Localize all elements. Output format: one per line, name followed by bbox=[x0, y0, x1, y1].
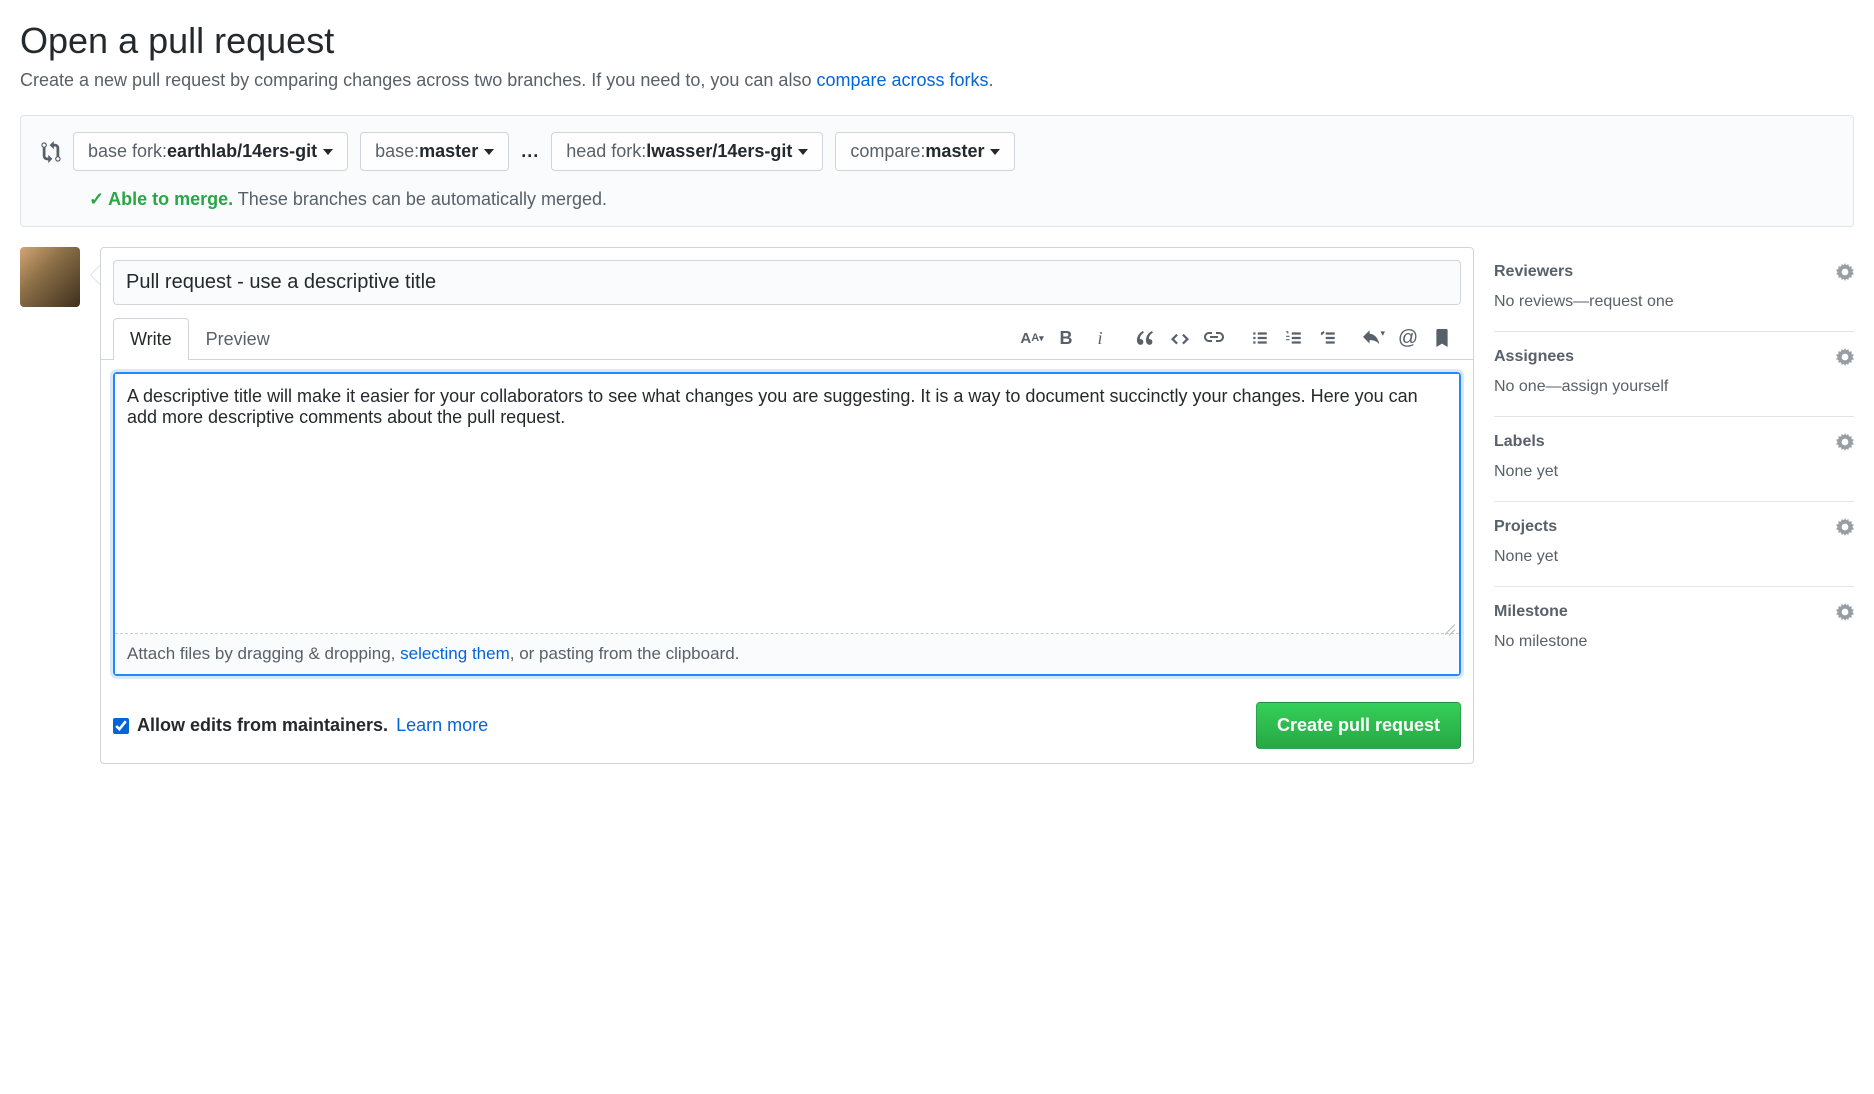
allow-edits-checkbox-wrap[interactable]: Allow edits from maintainers. Learn more bbox=[113, 715, 488, 736]
reviewers-title: Reviewers bbox=[1494, 263, 1573, 281]
mention-icon[interactable]: @ bbox=[1397, 327, 1419, 349]
markdown-toolbar: AA▾ B i ▾ bbox=[1021, 327, 1461, 349]
check-icon: ✓ bbox=[89, 189, 104, 209]
gear-icon[interactable] bbox=[1836, 603, 1854, 621]
projects-body: None yet bbox=[1494, 548, 1854, 566]
merge-status-detail: These branches can be automatically merg… bbox=[233, 189, 607, 209]
labels-title: Labels bbox=[1494, 433, 1545, 451]
attach-suffix: , or pasting from the clipboard. bbox=[510, 644, 740, 663]
assignees-prefix: No one— bbox=[1494, 378, 1562, 395]
gear-icon[interactable] bbox=[1836, 433, 1854, 451]
merge-status-ok: Able to merge. bbox=[108, 189, 233, 209]
text-size-icon[interactable]: AA▾ bbox=[1021, 327, 1043, 349]
attach-hint[interactable]: Attach files by dragging & dropping, sel… bbox=[115, 634, 1459, 674]
pr-title-input[interactable] bbox=[113, 260, 1461, 305]
subtitle-suffix: . bbox=[989, 70, 994, 90]
assignees-body: No one—assign yourself bbox=[1494, 378, 1854, 396]
compare-forks-link[interactable]: compare across forks bbox=[816, 70, 988, 90]
projects-title: Projects bbox=[1494, 518, 1557, 536]
reply-icon[interactable]: ▾ bbox=[1363, 327, 1385, 349]
merge-status: ✓Able to merge. These branches can be au… bbox=[89, 189, 1833, 210]
head-fork-label: head fork: bbox=[566, 141, 646, 162]
milestone-body: No milestone bbox=[1494, 633, 1854, 651]
chevron-down-icon bbox=[323, 149, 333, 155]
labels-body: None yet bbox=[1494, 463, 1854, 481]
pr-body-textarea[interactable] bbox=[115, 374, 1459, 634]
create-pull-request-button[interactable]: Create pull request bbox=[1256, 702, 1461, 749]
gear-icon[interactable] bbox=[1836, 518, 1854, 536]
milestone-title: Milestone bbox=[1494, 603, 1568, 621]
comment-arrow bbox=[90, 265, 100, 285]
reviewers-body: No reviews—request one bbox=[1494, 293, 1854, 311]
bullet-list-icon[interactable] bbox=[1249, 327, 1271, 349]
compare-separator: ... bbox=[521, 141, 539, 162]
subtitle-text: Create a new pull request by comparing c… bbox=[20, 70, 816, 90]
attach-select-link[interactable]: selecting them bbox=[400, 644, 510, 663]
assign-yourself-link[interactable]: assign yourself bbox=[1562, 378, 1669, 395]
compare-box: base fork: earthlab/14ers-git base: mast… bbox=[20, 115, 1854, 227]
chevron-down-icon bbox=[484, 149, 494, 155]
base-value: master bbox=[419, 141, 478, 162]
head-fork-value: lwasser/14ers-git bbox=[646, 141, 792, 162]
assignees-title: Assignees bbox=[1494, 348, 1574, 366]
base-fork-value: earthlab/14ers-git bbox=[167, 141, 317, 162]
quote-icon[interactable] bbox=[1135, 327, 1157, 349]
avatar bbox=[20, 247, 80, 307]
numbered-list-icon[interactable] bbox=[1283, 327, 1305, 349]
tab-write[interactable]: Write bbox=[113, 318, 189, 360]
allow-edits-label: Allow edits from maintainers. bbox=[137, 715, 388, 736]
saved-reply-icon[interactable] bbox=[1431, 327, 1453, 349]
gear-icon[interactable] bbox=[1836, 263, 1854, 281]
base-branch-selector[interactable]: base: master bbox=[360, 132, 509, 171]
italic-icon[interactable]: i bbox=[1089, 327, 1111, 349]
base-fork-selector[interactable]: base fork: earthlab/14ers-git bbox=[73, 132, 348, 171]
compare-label: compare: bbox=[850, 141, 925, 162]
bold-icon[interactable]: B bbox=[1055, 327, 1077, 349]
gear-icon[interactable] bbox=[1836, 348, 1854, 366]
attach-prefix: Attach files by dragging & dropping, bbox=[127, 644, 400, 663]
page-title: Open a pull request bbox=[20, 20, 1854, 62]
link-icon[interactable] bbox=[1203, 327, 1225, 349]
comment-box: Write Preview AA▾ B i bbox=[100, 247, 1474, 764]
learn-more-link[interactable]: Learn more bbox=[396, 715, 488, 736]
compare-branch-selector[interactable]: compare: master bbox=[835, 132, 1015, 171]
tab-preview[interactable]: Preview bbox=[189, 318, 287, 360]
compare-value: master bbox=[925, 141, 984, 162]
chevron-down-icon bbox=[990, 149, 1000, 155]
compare-icon bbox=[41, 141, 61, 163]
sidebar: Reviewers No reviews—request one Assigne… bbox=[1494, 247, 1854, 764]
task-list-icon[interactable] bbox=[1317, 327, 1339, 349]
chevron-down-icon bbox=[798, 149, 808, 155]
base-label: base: bbox=[375, 141, 419, 162]
page-subtitle: Create a new pull request by comparing c… bbox=[20, 70, 1854, 91]
code-icon[interactable] bbox=[1169, 327, 1191, 349]
head-fork-selector[interactable]: head fork: lwasser/14ers-git bbox=[551, 132, 823, 171]
resize-handle-icon[interactable] bbox=[1443, 622, 1457, 636]
allow-edits-checkbox[interactable] bbox=[113, 718, 129, 734]
base-fork-label: base fork: bbox=[88, 141, 167, 162]
